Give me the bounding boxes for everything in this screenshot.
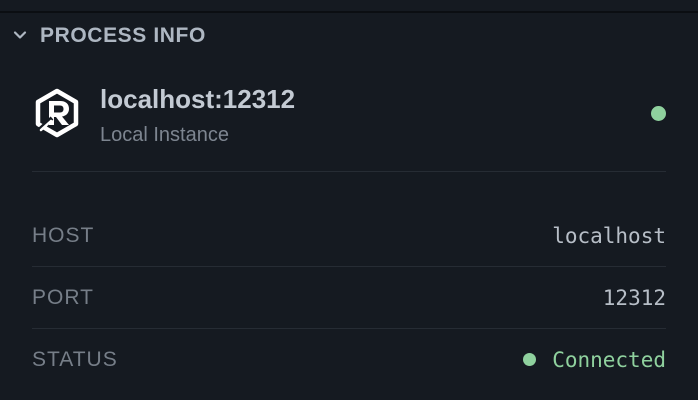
status-label: STATUS [32,347,118,371]
host-value: localhost [552,223,666,248]
instance-subtitle: Local Instance [100,124,229,146]
status-value: Connected [523,329,666,390]
port-value: 12312 [602,285,666,310]
divider [32,171,666,172]
process-info-section-header[interactable]: PROCESS INFO [0,13,698,59]
instance-name: localhost:12312 [100,84,296,114]
port-label: PORT [32,285,94,309]
host-label: HOST [32,223,95,247]
port-row: PORT 12312 [32,267,666,328]
chevron-down-icon[interactable] [13,28,27,42]
section-title: PROCESS INFO [40,24,206,47]
instance-card: localhost:12312 Local Instance [32,80,666,170]
status-row: STATUS Connected [32,329,666,390]
redis-logo-icon [35,88,79,138]
status-text: Connected [552,347,666,372]
process-info-panel: PROCESS INFO localhost:12312 Local Insta… [0,0,698,400]
host-row: HOST localhost [32,205,666,266]
connection-status-dot [651,106,666,121]
status-dot [523,353,537,366]
